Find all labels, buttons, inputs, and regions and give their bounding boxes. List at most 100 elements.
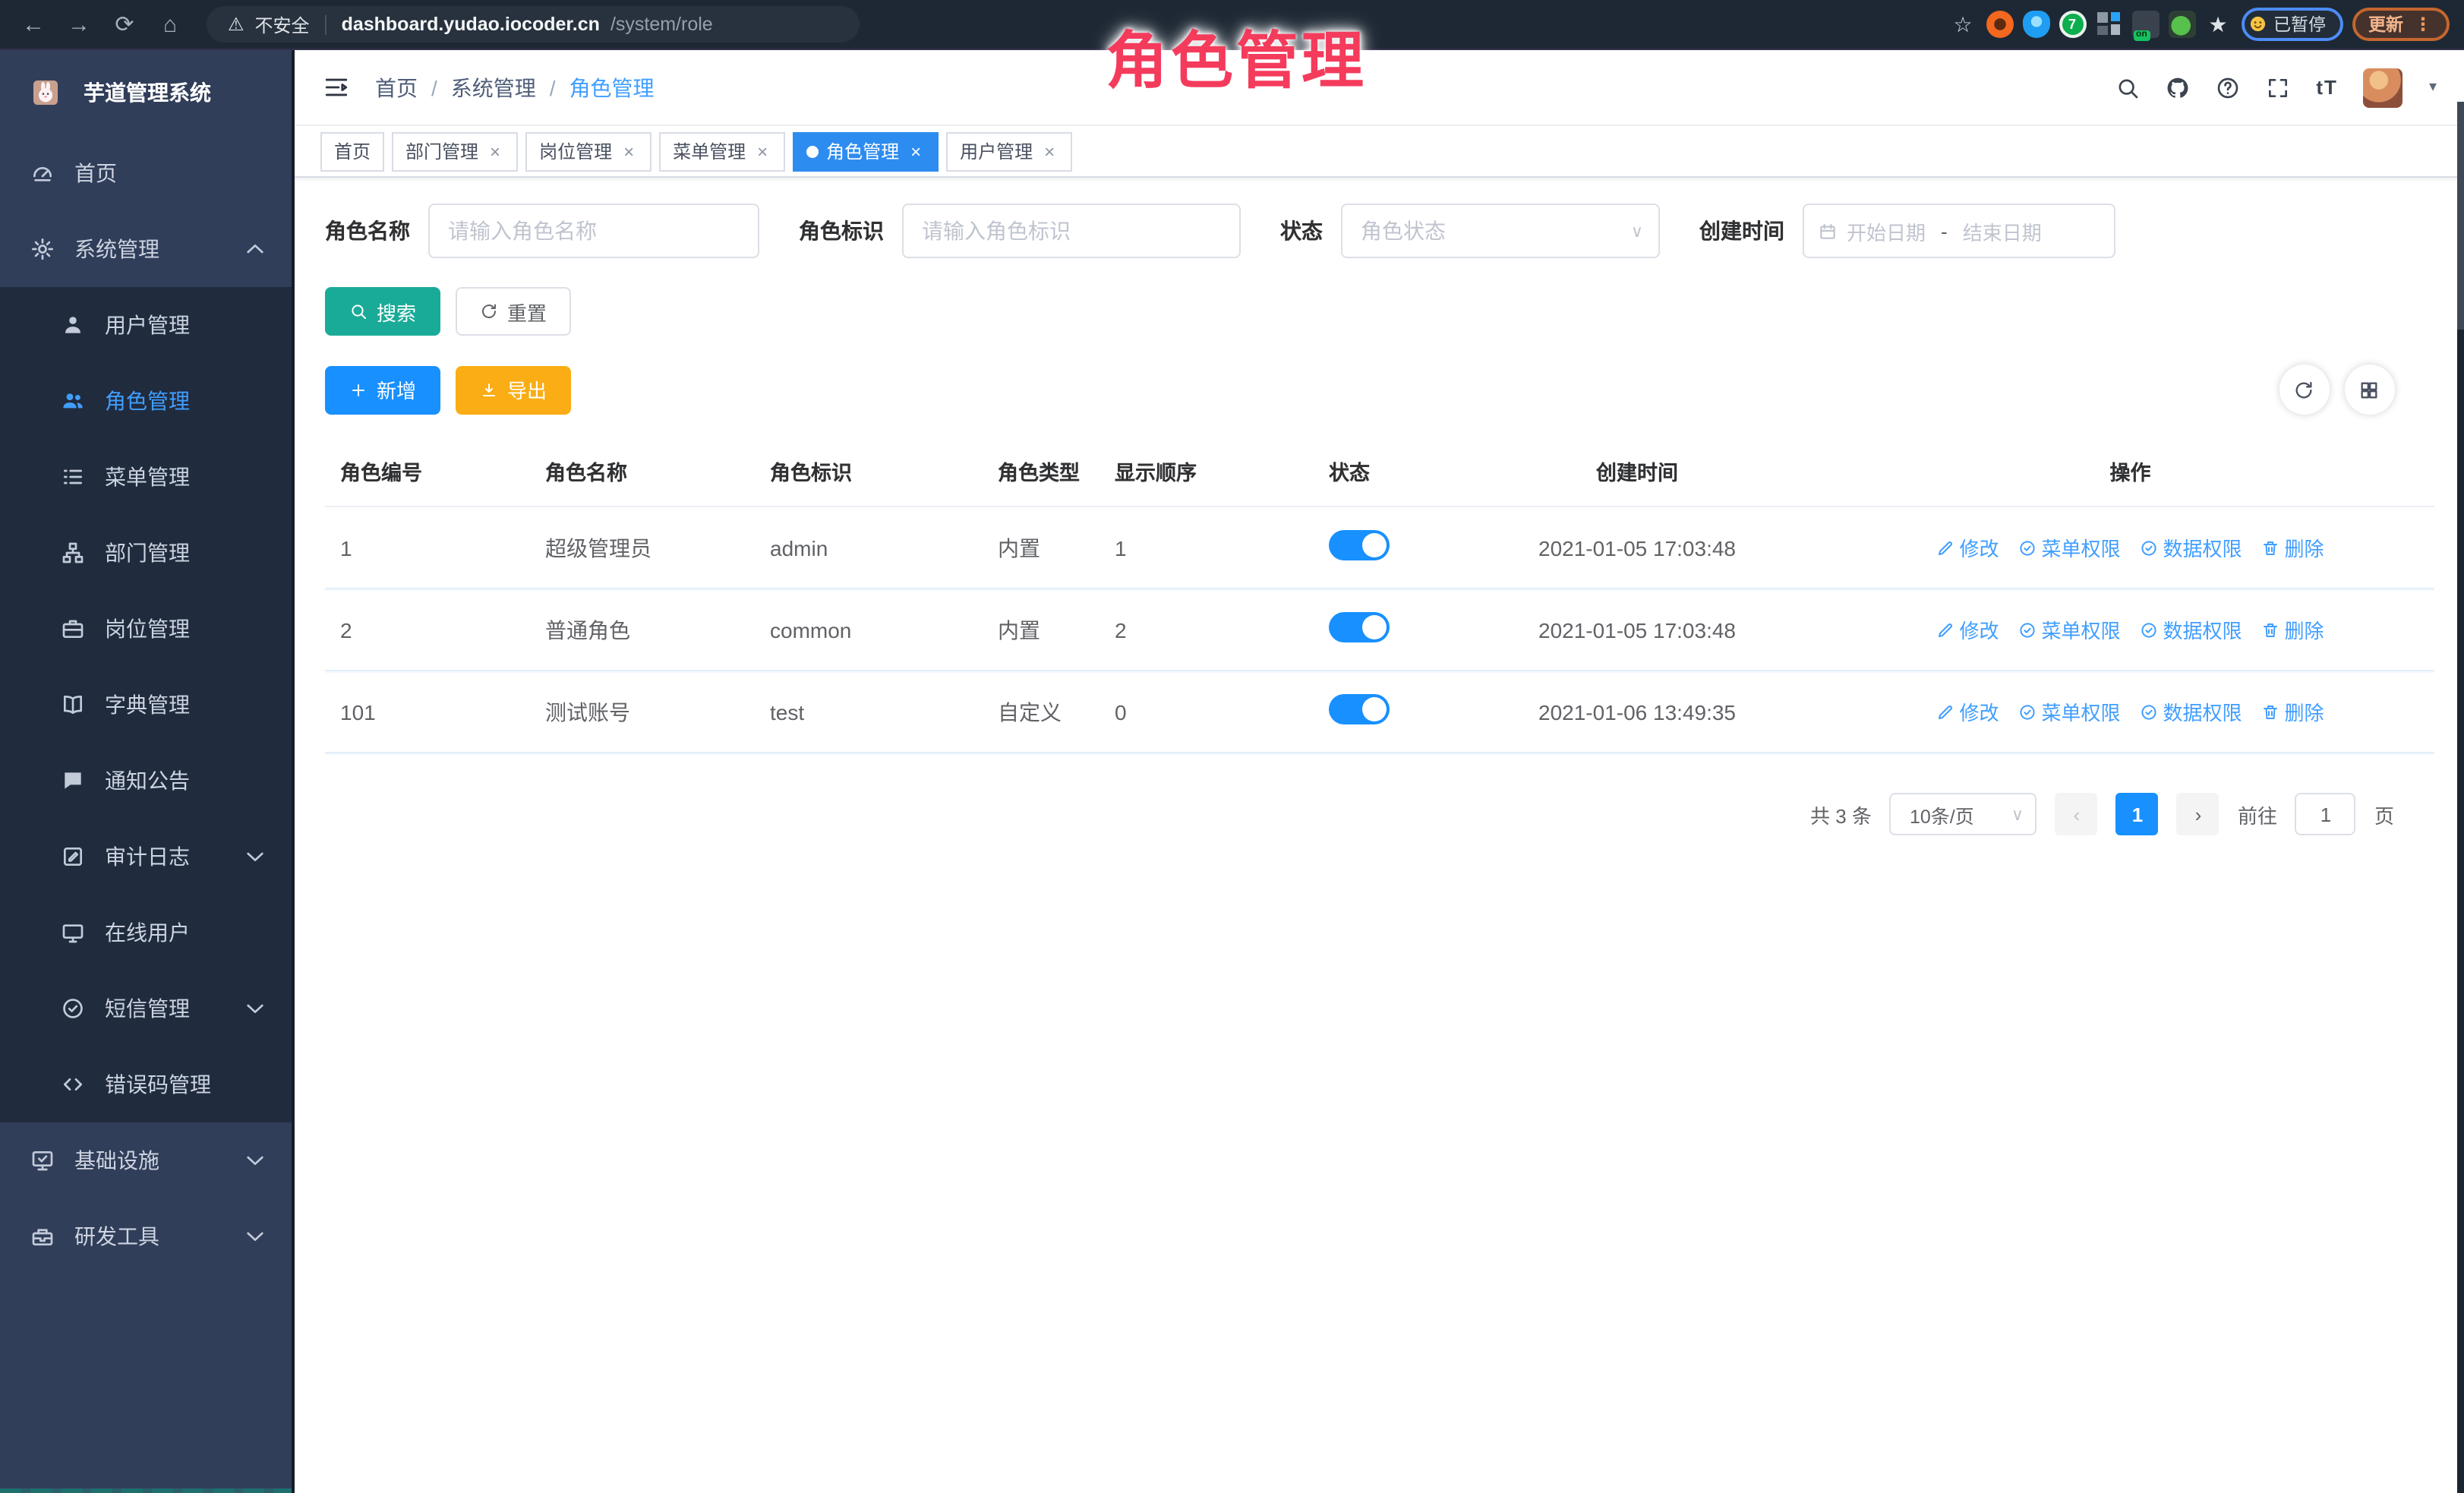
action-数据权限[interactable]: 数据权限 <box>2141 697 2242 726</box>
prev-page-button[interactable]: ‹ <box>2055 793 2098 835</box>
profile-paused-chip[interactable]: 已暂停 <box>2241 8 2343 41</box>
sidebar-item-home[interactable]: 首页 <box>0 135 292 211</box>
role-name-input[interactable] <box>428 204 759 258</box>
paused-label: 已暂停 <box>2273 12 2326 36</box>
action-修改[interactable]: 修改 <box>1936 615 1999 644</box>
sidebar-item-role[interactable]: 角色管理 <box>0 363 292 439</box>
action-菜单权限[interactable]: 菜单权限 <box>2018 697 2120 726</box>
sidebar-item-dev-tool[interactable]: 研发工具 <box>0 1198 292 1274</box>
next-page-button[interactable]: › <box>2177 793 2219 835</box>
extension-leaf-icon[interactable] <box>2168 11 2195 38</box>
sidebar-item-notice[interactable]: 通知公告 <box>0 743 292 819</box>
close-icon[interactable]: × <box>753 140 771 162</box>
reset-button[interactable]: 重置 <box>456 287 571 336</box>
address-bar[interactable]: ⚠ 不安全 dashboard.yudao.iocoder.cn /system… <box>207 6 860 43</box>
column-header: 角色名称 <box>530 436 755 507</box>
tab-label: 岗位管理 <box>539 138 612 164</box>
action-修改[interactable]: 修改 <box>1936 697 1999 726</box>
sidebar-item-label: 字典管理 <box>105 690 190 720</box>
cell-role-name: 普通角色 <box>530 589 755 671</box>
sidebar-item-error-code[interactable]: 错误码管理 <box>0 1046 292 1122</box>
question-icon[interactable] <box>2216 75 2240 99</box>
role-key-input[interactable] <box>902 204 1241 258</box>
export-button[interactable]: 导出 <box>456 365 571 414</box>
action-菜单权限[interactable]: 菜单权限 <box>2018 533 2120 562</box>
extension-dark-icon[interactable]: on <box>2131 11 2159 38</box>
sidebar-item-dict[interactable]: 字典管理 <box>0 667 292 743</box>
extension-blue-icon[interactable] <box>2022 11 2049 38</box>
app-logo[interactable]: 芋道管理系统 <box>0 50 292 135</box>
text-size-button[interactable]: tT <box>2316 76 2338 99</box>
goto-page-input[interactable] <box>2295 793 2356 835</box>
hamburger-icon[interactable] <box>322 74 349 100</box>
reload-icon[interactable]: ⟳ <box>106 11 143 38</box>
close-icon[interactable]: × <box>1040 140 1058 162</box>
action-菜单权限[interactable]: 菜单权限 <box>2018 615 2120 644</box>
search-icon[interactable] <box>2115 75 2140 99</box>
sidebar-item-infra[interactable]: 基础设施 <box>0 1122 292 1198</box>
create-time-range-picker[interactable]: 开始日期 - 结束日期 <box>1803 204 2115 258</box>
forward-arrow-icon[interactable]: → <box>61 11 97 37</box>
refresh-icon[interactable] <box>2279 365 2329 415</box>
action-数据权限[interactable]: 数据权限 <box>2141 533 2242 562</box>
sidebar-item-post[interactable]: 岗位管理 <box>0 591 292 667</box>
sidebar-item-menu[interactable]: 菜单管理 <box>0 439 292 515</box>
status-toggle[interactable] <box>1329 694 1390 724</box>
tab-用户管理[interactable]: 用户管理 × <box>946 131 1072 171</box>
sidebar-item-system[interactable]: 系统管理 <box>0 211 292 287</box>
github-icon[interactable] <box>2166 75 2190 99</box>
fullscreen-icon[interactable] <box>2266 75 2290 99</box>
avatar[interactable] <box>2364 68 2403 107</box>
sidebar-item-audit-log[interactable]: 审计日志 <box>0 819 292 895</box>
close-icon[interactable]: × <box>907 140 925 162</box>
home-icon[interactable]: ⌂ <box>152 11 188 37</box>
action-修改[interactable]: 修改 <box>1936 533 1999 562</box>
extension-grid-icon[interactable] <box>2095 11 2122 38</box>
sidebar-item-online-user[interactable]: 在线用户 <box>0 895 292 971</box>
sidebar-item-sms[interactable]: 短信管理 <box>0 971 292 1046</box>
close-icon[interactable]: × <box>486 140 504 162</box>
sidebar-item-user[interactable]: 用户管理 <box>0 287 292 363</box>
action-删除[interactable]: 删除 <box>2262 615 2324 644</box>
tab-岗位管理[interactable]: 岗位管理 × <box>525 131 651 171</box>
extension-orange-icon[interactable] <box>1986 11 2013 38</box>
browser-scrollbar[interactable] <box>2456 102 2464 1493</box>
status-toggle[interactable] <box>1329 530 1390 560</box>
trash-icon <box>2262 702 2280 721</box>
page-size-select[interactable]: 10条/页 ∨ <box>1890 793 2037 835</box>
tab-部门管理[interactable]: 部门管理 × <box>392 131 518 171</box>
add-button[interactable]: 新增 <box>325 365 440 414</box>
breadcrumb-item[interactable]: 首页 <box>375 72 418 103</box>
refresh-icon <box>480 302 498 320</box>
edit-icon <box>1936 538 1954 557</box>
sidebar-item-dept[interactable]: 部门管理 <box>0 515 292 591</box>
tab-label: 角色管理 <box>826 138 899 164</box>
tab-菜单管理[interactable]: 菜单管理 × <box>659 131 785 171</box>
extension-green-icon[interactable]: 7 <box>2059 11 2086 38</box>
status-toggle[interactable] <box>1329 612 1390 642</box>
bookmark-star-icon[interactable]: ☆ <box>1949 11 1977 38</box>
tab-角色管理[interactable]: 角色管理 × <box>793 131 939 171</box>
cell-role-sort: 0 <box>1099 671 1314 753</box>
column-settings-icon[interactable] <box>2344 365 2394 415</box>
search-button[interactable]: 搜索 <box>325 287 440 336</box>
status-select[interactable]: 角色状态 ∨ <box>1341 204 1660 258</box>
extensions-puzzle-icon[interactable]: ★ <box>2204 11 2232 38</box>
chevron-down-icon[interactable]: ▾ <box>2429 79 2437 96</box>
action-删除[interactable]: 删除 <box>2262 533 2324 562</box>
gear-icon <box>30 237 55 261</box>
tab-label: 部门管理 <box>405 138 478 164</box>
sidebar-item-label: 在线用户 <box>105 917 190 948</box>
page-1-button[interactable]: 1 <box>2116 793 2159 835</box>
chrome-menu-icon[interactable]: ⋮ <box>2414 14 2432 35</box>
close-icon[interactable]: × <box>620 140 638 162</box>
update-label: 更新 <box>2368 12 2403 36</box>
action-数据权限[interactable]: 数据权限 <box>2141 615 2242 644</box>
action-删除[interactable]: 删除 <box>2262 697 2324 726</box>
browser-update-button[interactable]: 更新 ⋮ <box>2352 8 2449 41</box>
toolbox-icon <box>30 1224 55 1248</box>
back-arrow-icon[interactable]: ← <box>15 11 52 37</box>
tab-首页[interactable]: 首页 <box>320 131 384 171</box>
breadcrumb-item[interactable]: 系统管理 <box>451 72 536 103</box>
table-row: 101 测试账号 test 自定义 0 2021-01-06 13:49:35 … <box>325 671 2434 753</box>
